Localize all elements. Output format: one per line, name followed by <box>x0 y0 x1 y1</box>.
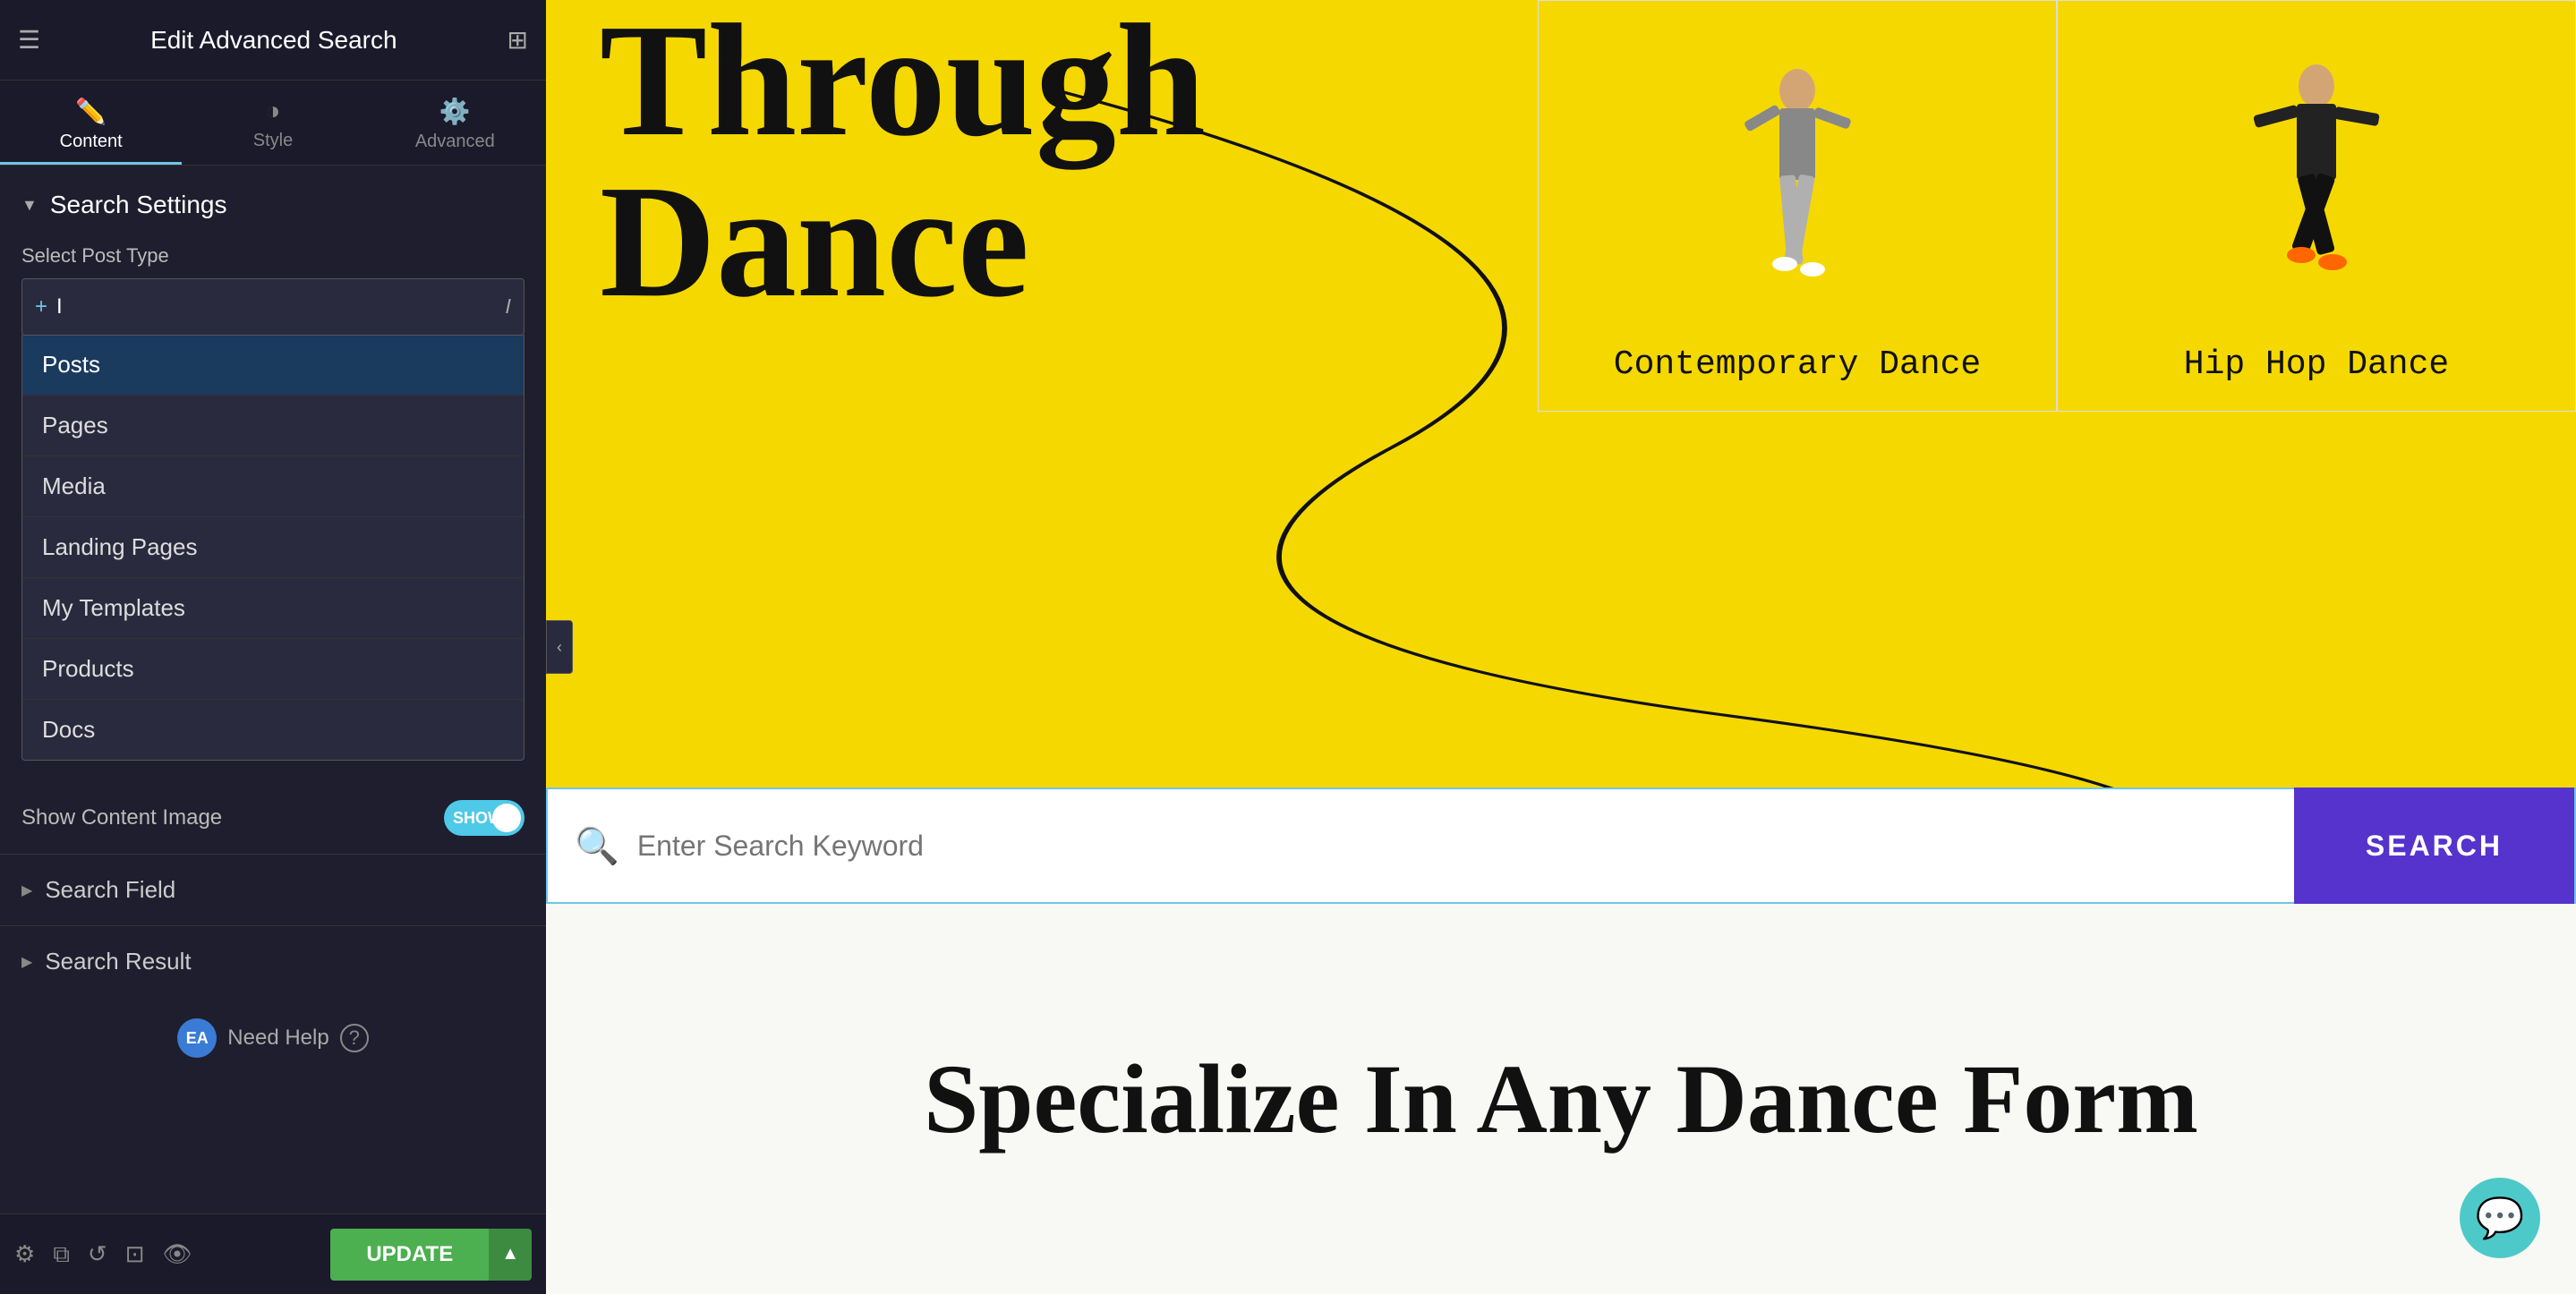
dropdown-item-media[interactable]: Media <box>22 456 524 517</box>
hamburger-icon[interactable]: ☰ <box>18 25 40 55</box>
help-question-icon[interactable]: ? <box>340 1024 369 1052</box>
plus-icon[interactable]: + <box>35 294 47 319</box>
help-row: EA Need Help ? <box>0 997 546 1079</box>
search-magnifier-icon: 🔍 <box>575 825 619 867</box>
update-button[interactable]: UPDATE <box>330 1229 489 1281</box>
style-icon: ◑ <box>266 97 281 125</box>
content-icon: ✏️ <box>75 97 107 126</box>
search-result-section: ▶ Search Result <box>0 925 546 997</box>
lower-section: Specialize In Any Dance Form <box>546 904 2576 1294</box>
advanced-icon: ⚙️ <box>439 97 471 126</box>
search-settings-header[interactable]: ▼ Search Settings <box>0 166 546 244</box>
dropdown-item-landing-pages[interactable]: Landing Pages <box>22 517 524 578</box>
dropdown-item-products[interactable]: Products <box>22 639 524 700</box>
tab-advanced[interactable]: ⚙️ Advanced <box>364 81 546 165</box>
bottom-bar: ⚙ ⧉ ↺ ⊡ 👁 UPDATE ▲ <box>0 1213 546 1294</box>
search-field-arrow: ▶ <box>21 881 32 899</box>
search-result-arrow: ▶ <box>21 953 32 971</box>
hero-section: ThroughDance <box>546 0 2576 787</box>
post-type-select-wrapper[interactable]: + 𝐼 <box>21 278 525 336</box>
cursor-icon: 𝐼 <box>506 295 511 319</box>
search-field-title: Search Field <box>45 876 175 904</box>
chat-bubble[interactable]: 💬 <box>2460 1178 2540 1258</box>
panel-body: ▼ Search Settings Select Post Type + 𝐼 P… <box>0 166 546 1213</box>
layers-icon[interactable]: ⧉ <box>53 1240 70 1269</box>
show-content-image-toggle[interactable]: SHOW <box>444 800 525 836</box>
panel-collapse-button[interactable]: ‹ <box>546 620 573 674</box>
dropdown-item-pages[interactable]: Pages <box>22 396 524 456</box>
chat-bubble-icon: 💬 <box>2476 1195 2525 1241</box>
post-type-input[interactable] <box>56 294 506 319</box>
history-icon[interactable]: ↺ <box>88 1240 107 1268</box>
need-help-text[interactable]: Need Help <box>227 1026 328 1051</box>
left-panel: ☰ Edit Advanced Search ⊞ ✏️ Content ◑ St… <box>0 0 546 1294</box>
search-bar-inner: 🔍 <box>548 825 2294 867</box>
search-field-header[interactable]: ▶ Search Field <box>0 855 546 925</box>
hiphop-dance-card: Hip Hop Dance <box>2057 0 2576 412</box>
search-bar-section: 🔍 SEARCH <box>546 787 2576 904</box>
main-content: ThroughDance <box>546 0 2576 1294</box>
contemporary-dancer-image <box>1539 1 2056 323</box>
hiphop-dancer-image <box>2058 1 2575 323</box>
top-bar: ☰ Edit Advanced Search ⊞ <box>0 0 546 81</box>
bottom-icons: ⚙ ⧉ ↺ ⊡ 👁 <box>14 1240 192 1269</box>
post-type-dropdown: Posts Pages Media Landing Pages My Templ… <box>21 335 525 761</box>
update-button-group: UPDATE ▲ <box>330 1229 532 1281</box>
search-settings-title: Search Settings <box>50 191 227 219</box>
search-result-title: Search Result <box>45 948 191 975</box>
dance-cards: Contemporary Dance <box>1538 0 2576 412</box>
settings-icon[interactable]: ⚙ <box>14 1240 35 1268</box>
dropdown-item-posts[interactable]: Posts <box>22 335 524 396</box>
tab-style[interactable]: ◑ Style <box>182 81 363 165</box>
tab-bar: ✏️ Content ◑ Style ⚙️ Advanced <box>0 81 546 166</box>
panel-title: Edit Advanced Search <box>150 26 397 55</box>
lower-title: Specialize In Any Dance Form <box>924 1043 2198 1156</box>
post-type-label: Select Post Type <box>21 244 525 268</box>
toggle-knob <box>492 804 521 832</box>
contemporary-dance-label: Contemporary Dance <box>1614 345 1981 384</box>
dropdown-item-docs[interactable]: Docs <box>22 700 524 760</box>
contemporary-dance-card: Contemporary Dance <box>1538 0 2057 412</box>
preview-icon[interactable]: 👁 <box>162 1240 192 1268</box>
toggle-row: Show Content Image SHOW <box>0 782 546 854</box>
tab-content[interactable]: ✏️ Content <box>0 81 182 165</box>
grid-icon[interactable]: ⊞ <box>508 25 528 55</box>
search-keyword-input[interactable] <box>637 830 2267 863</box>
update-dropdown-button[interactable]: ▲ <box>489 1229 532 1281</box>
ea-badge: EA <box>177 1018 217 1058</box>
hero-title: ThroughDance <box>600 0 1206 322</box>
hiphop-dance-label: Hip Hop Dance <box>2184 345 2449 384</box>
search-button[interactable]: SEARCH <box>2294 787 2574 904</box>
search-settings-content: Select Post Type + 𝐼 Posts Pages Media L… <box>0 244 546 782</box>
section-collapse-arrow: ▼ <box>21 196 38 215</box>
template-icon[interactable]: ⊡ <box>125 1240 145 1268</box>
search-result-header[interactable]: ▶ Search Result <box>0 926 546 997</box>
search-field-section: ▶ Search Field <box>0 854 546 925</box>
toggle-label: Show Content Image <box>21 805 222 830</box>
dropdown-item-my-templates[interactable]: My Templates <box>22 578 524 639</box>
